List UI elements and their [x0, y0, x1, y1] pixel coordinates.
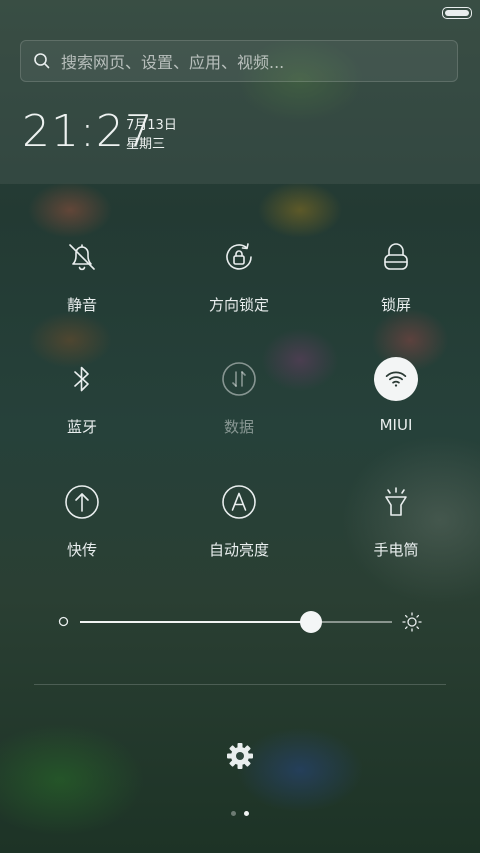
date-text: 7月13日: [126, 118, 177, 133]
flashlight-icon: [385, 487, 407, 516]
toggle-rotation-lock[interactable]: 方向锁定: [179, 234, 299, 315]
auto-brightness-icon: [222, 485, 256, 519]
page-dot: [231, 811, 236, 816]
divider: [34, 684, 446, 685]
toggle-mobile-data[interactable]: 数据: [179, 356, 299, 437]
page-dot-active: [244, 811, 249, 816]
brightness-slider[interactable]: [80, 611, 392, 633]
brightness-high-icon: [402, 612, 422, 632]
search-placeholder: 搜索网页、设置、应用、视频...: [61, 53, 285, 72]
gear-icon[interactable]: [224, 740, 256, 772]
lock-icon: [384, 243, 408, 270]
toggle-quick-send[interactable]: 快传: [22, 479, 142, 560]
wifi-icon: [385, 371, 407, 387]
toggle-label: 手电筒: [373, 541, 419, 559]
toggle-label: 快传: [66, 541, 97, 559]
date-block[interactable]: 7月13日 星期三: [126, 116, 177, 154]
toggle-mute[interactable]: 静音: [22, 234, 142, 315]
search-icon: [34, 53, 50, 69]
rotation-lock-icon: [226, 243, 252, 270]
bluetooth-icon: [74, 366, 89, 392]
weekday-text: 星期三: [126, 137, 166, 152]
brightness-thumb[interactable]: [299, 611, 322, 633]
toggle-bluetooth[interactable]: 蓝牙: [22, 356, 142, 437]
toggle-label: 锁屏: [380, 296, 411, 314]
toggle-wifi[interactable]: MIUI: [336, 356, 456, 434]
mobile-data-icon: [222, 362, 256, 396]
toggle-auto-brightness[interactable]: 自动亮度: [179, 479, 299, 560]
toggle-flashlight[interactable]: 手电筒: [336, 479, 456, 560]
battery-icon: [442, 7, 472, 19]
brightness-fill: [80, 621, 311, 623]
toggle-label: 静音: [66, 296, 97, 314]
toggle-label: 自动亮度: [208, 541, 269, 559]
search-bar[interactable]: 搜索网页、设置、应用、视频...: [20, 40, 458, 82]
page-indicator: [0, 811, 480, 816]
toggle-label: 方向锁定: [208, 296, 269, 314]
toggle-label: MIUI: [379, 416, 413, 434]
bell-off-icon: [69, 244, 95, 271]
toggle-label: 蓝牙: [66, 418, 97, 436]
toggle-label: 数据: [223, 418, 254, 436]
toggle-lock-screen[interactable]: 锁屏: [336, 234, 456, 315]
brightness-low-icon: [58, 616, 69, 627]
upload-icon: [65, 485, 99, 519]
active-indicator: [374, 357, 418, 401]
